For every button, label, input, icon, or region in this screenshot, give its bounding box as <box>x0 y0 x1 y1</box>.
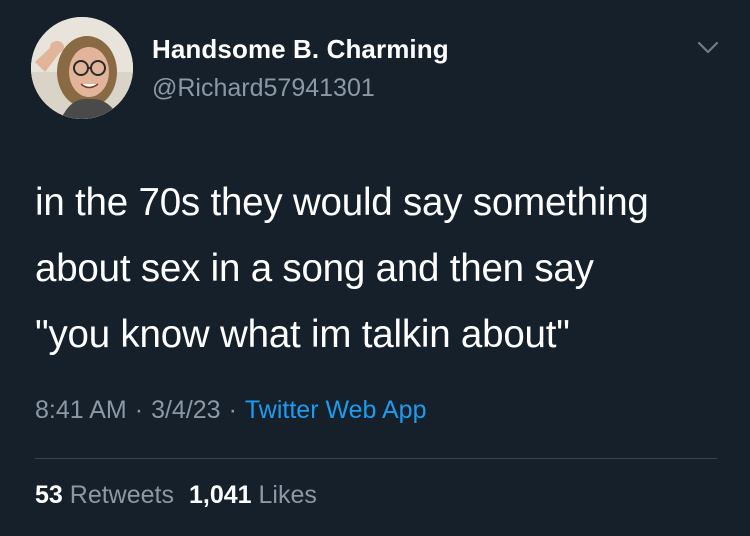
retweets-count: 53 <box>35 481 63 509</box>
tweet-card: Handsome B. Charming @Richard57941301 in… <box>0 0 750 536</box>
profile-photo-icon <box>31 17 133 119</box>
tweet-date[interactable]: 3/4/23 <box>151 396 221 424</box>
divider <box>35 458 717 459</box>
display-name[interactable]: Handsome B. Charming <box>152 34 449 65</box>
tweet-text: in the 70s they would say something abou… <box>35 181 649 356</box>
tweet-stats: 53 Retweets 1,041 Likes <box>35 481 317 510</box>
meta-separator: · <box>134 396 144 424</box>
likes-stat[interactable]: 1,041 Likes <box>189 481 317 509</box>
tweet-time[interactable]: 8:41 AM <box>35 396 127 424</box>
tweet-meta: 8:41 AM · 3/4/23 · Twitter Web App <box>35 396 426 425</box>
retweets-stat[interactable]: 53 Retweets <box>35 481 174 509</box>
meta-separator: · <box>228 396 237 424</box>
retweets-label: Retweets <box>69 481 174 509</box>
chevron-down-icon[interactable] <box>693 36 723 60</box>
likes-count: 1,041 <box>188 481 252 509</box>
avatar[interactable] <box>31 17 133 119</box>
user-handle[interactable]: @Richard57941301 <box>152 74 375 103</box>
likes-label: Likes <box>258 481 317 509</box>
tweet-source-link[interactable]: Twitter Web App <box>245 396 427 424</box>
